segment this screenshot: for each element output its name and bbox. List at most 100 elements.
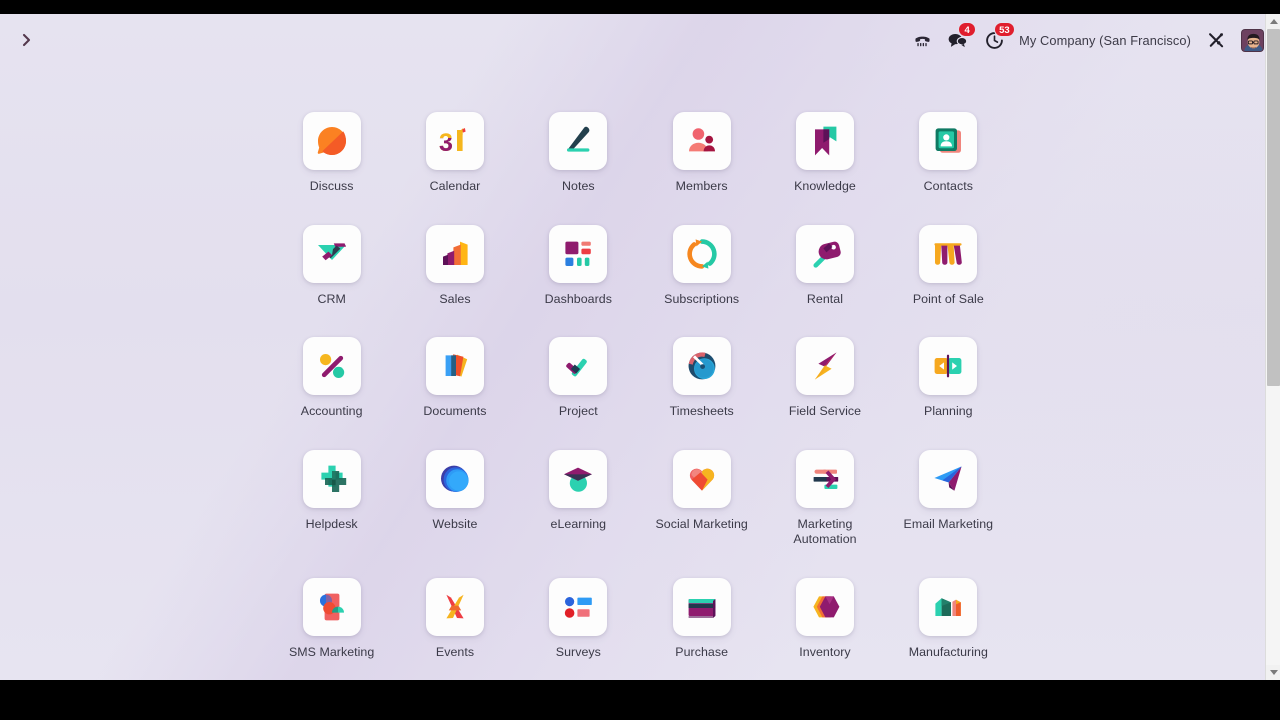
documents-icon: [425, 337, 484, 395]
app-timesheets[interactable]: Timesheets: [643, 337, 761, 420]
app-events[interactable]: Events: [396, 577, 514, 661]
app-label: Dashboards: [544, 291, 612, 306]
app-label: SMS Marketing: [288, 644, 375, 659]
app-contacts[interactable]: Contacts: [889, 112, 1007, 195]
letterbox-bottom: [0, 680, 1280, 720]
app-helpdesk[interactable]: Helpdesk: [273, 449, 391, 548]
marketing-automation-icon: [795, 449, 854, 508]
members-icon: [672, 112, 731, 170]
app-label: Email Marketing: [903, 516, 994, 531]
field-service-icon: [795, 337, 854, 395]
tools-icon[interactable]: [1205, 29, 1227, 51]
app-label: Purchase: [675, 644, 729, 659]
vertical-scrollbar[interactable]: [1265, 14, 1280, 680]
app-discuss[interactable]: Discuss: [273, 112, 391, 195]
user-avatar[interactable]: [1241, 28, 1264, 52]
app-label: Point of Sale: [912, 291, 984, 306]
app-accounting[interactable]: Accounting: [273, 337, 391, 420]
app-label: Surveys: [555, 644, 601, 659]
app-label: Timesheets: [669, 404, 734, 418]
app-surveys[interactable]: Surveys: [519, 577, 637, 661]
elearning-icon: [549, 449, 608, 508]
app-knowledge[interactable]: Knowledge: [766, 112, 884, 195]
app-label: Sales: [439, 291, 471, 306]
events-icon: [425, 577, 484, 636]
app-calendar[interactable]: 3 3 Calendar: [396, 112, 514, 195]
navbar-right: 4 53 My Company (San Francisco): [911, 22, 1280, 52]
navbar-left: [14, 25, 40, 55]
app-label: Knowledge: [794, 179, 856, 193]
screen: 4 53 My Company (San Francisco) Discuss …: [0, 0, 1280, 720]
app-project[interactable]: Project: [519, 337, 637, 420]
inventory-icon: [795, 577, 854, 636]
app-field-service[interactable]: Field Service: [766, 337, 884, 420]
app-label: Subscriptions: [664, 291, 740, 306]
apps-area: Discuss 3 3 Calendar Notes Members Knowl…: [0, 66, 1280, 680]
app-sms-marketing[interactable]: SMS Marketing: [273, 577, 391, 661]
app-notes[interactable]: Notes: [519, 112, 637, 195]
scrollbar-track[interactable]: [1266, 29, 1280, 665]
scroll-up-arrow[interactable]: [1266, 14, 1280, 29]
app-website[interactable]: Website: [396, 449, 514, 548]
app-label: Project: [558, 404, 598, 418]
timesheets-icon: [672, 337, 731, 395]
chevron-right-icon[interactable]: [14, 25, 40, 55]
app-label: eLearning: [550, 516, 607, 531]
email-marketing-icon: [919, 449, 978, 508]
calendar-icon: 3 3: [425, 112, 484, 170]
app-label: Inventory: [799, 644, 851, 659]
app-label: Contacts: [923, 179, 973, 193]
app-crm[interactable]: CRM: [273, 224, 391, 308]
app-label: Social Marketing: [655, 516, 748, 531]
sms-marketing-icon: [302, 577, 361, 636]
subscriptions-icon: [672, 224, 731, 283]
top-navbar: 4 53 My Company (San Francisco): [0, 14, 1280, 66]
app-label: Calendar: [429, 179, 481, 193]
app-sales[interactable]: Sales: [396, 224, 514, 308]
helpdesk-icon: [302, 449, 361, 508]
website-icon: [425, 449, 484, 508]
company-name[interactable]: My Company (San Francisco): [1019, 33, 1191, 48]
scrollbar-thumb[interactable]: [1267, 29, 1280, 386]
contacts-icon: [919, 112, 978, 170]
app-point-of-sale[interactable]: Point of Sale: [889, 224, 1007, 308]
browser-viewport: 4 53 My Company (San Francisco) Discuss …: [0, 14, 1280, 680]
knowledge-icon: [795, 112, 854, 170]
scroll-down-arrow[interactable]: [1266, 665, 1280, 680]
project-icon: [549, 337, 608, 395]
letterbox-top: [0, 0, 1280, 14]
rental-icon: [795, 224, 854, 283]
point-of-sale-icon: [919, 224, 978, 283]
app-subscriptions[interactable]: Subscriptions: [643, 224, 761, 308]
app-manufacturing[interactable]: Manufacturing: [889, 577, 1007, 661]
app-documents[interactable]: Documents: [396, 337, 514, 420]
purchase-icon: [672, 577, 731, 636]
sales-icon: [425, 224, 484, 283]
activities-clock-icon[interactable]: 53: [983, 22, 1015, 51]
app-label: Manufacturing: [908, 644, 988, 659]
app-planning[interactable]: Planning: [889, 337, 1007, 420]
app-inventory[interactable]: Inventory: [766, 577, 884, 661]
apps-grid: Discuss 3 3 Calendar Notes Members Knowl…: [270, 112, 1010, 660]
discuss-icon: [302, 112, 361, 170]
activities-badge: 53: [994, 22, 1015, 37]
app-members[interactable]: Members: [643, 112, 761, 195]
app-label: Accounting: [300, 404, 363, 418]
app-social-marketing[interactable]: Social Marketing: [643, 449, 761, 548]
phone-icon[interactable]: [911, 29, 933, 51]
crm-icon: [302, 224, 361, 283]
messages-badge: 4: [958, 22, 977, 37]
app-label: Events: [435, 644, 475, 659]
app-elearning[interactable]: eLearning: [519, 449, 637, 548]
messages-icon[interactable]: 4: [947, 22, 977, 51]
app-label: Rental: [806, 291, 844, 306]
app-marketing-automation[interactable]: Marketing Automation: [766, 449, 884, 548]
app-rental[interactable]: Rental: [766, 224, 884, 308]
app-dashboards[interactable]: Dashboards: [519, 224, 637, 308]
app-purchase[interactable]: Purchase: [643, 577, 761, 661]
app-label: Website: [432, 516, 478, 531]
surveys-icon: [549, 577, 608, 636]
notes-icon: [549, 112, 608, 170]
app-email-marketing[interactable]: Email Marketing: [889, 449, 1007, 548]
app-label: Members: [675, 179, 728, 193]
